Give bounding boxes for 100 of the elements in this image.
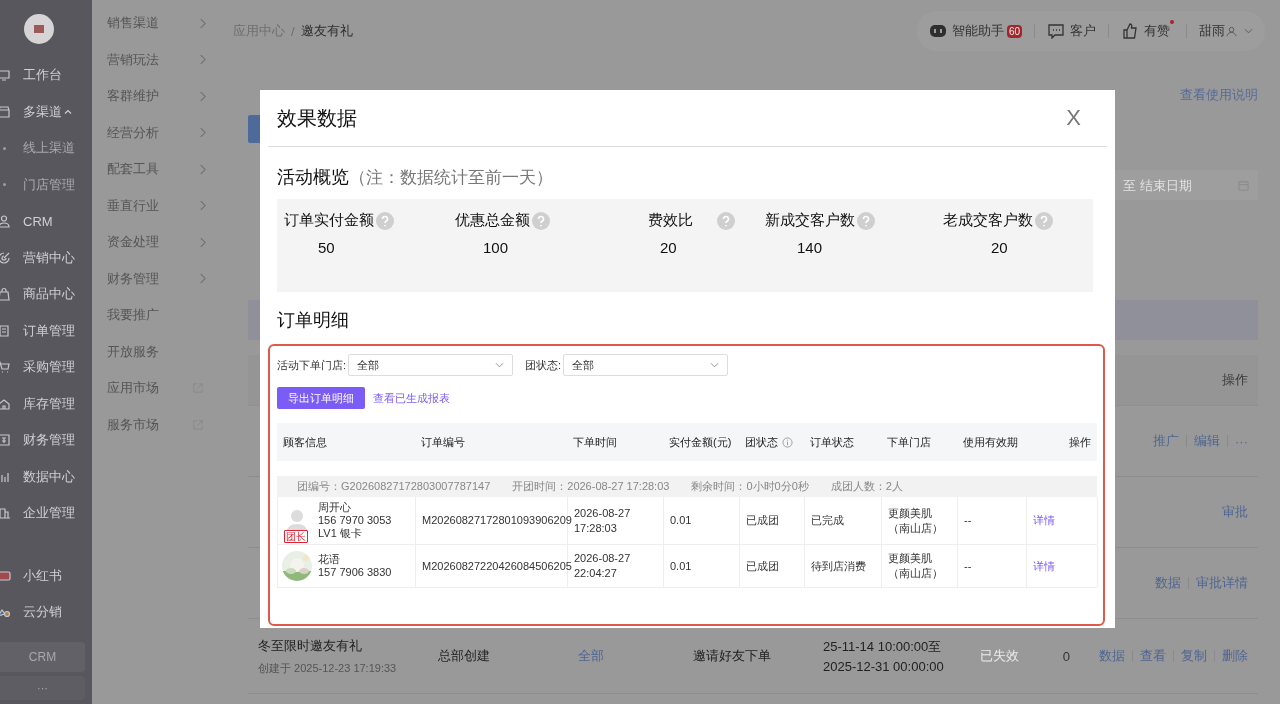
column-header: 团状态 [745,434,778,450]
report-link[interactable]: 查看已生成报表 [373,390,450,406]
table-cell: 0.01 [664,545,740,587]
caret-icon [1244,28,1253,34]
scope-link[interactable]: 全部 [578,647,693,665]
action-link[interactable]: 数据 [1099,647,1125,665]
submenu-item[interactable]: 垂直行业 [92,187,230,224]
close-button[interactable]: X [1060,104,1087,132]
sidebar-item[interactable]: 库存管理 [0,385,92,422]
bullet-icon [2,146,6,150]
section-title: 订单明细 [277,309,349,332]
action-link[interactable]: 复制 [1181,647,1207,665]
customer-link[interactable]: 客户 [1070,22,1096,40]
submenu-item[interactable]: 客群维护 [92,78,230,115]
column-header: 操作 [1222,371,1248,389]
robot-icon [928,23,947,39]
sidebar-item[interactable]: 营销中心 [0,239,92,276]
stat-label: 新成交客户数 [765,211,855,230]
period-end: 2025-12-31 00:00:00 [823,659,945,674]
sidebar-item[interactable]: 小红书 [0,557,92,594]
filter-select[interactable]: 全部 [563,354,729,376]
submenu-item[interactable]: 财务管理 [92,260,230,297]
stat-value: 140 [796,239,823,256]
chat-icon [1047,23,1065,39]
table-cell-text: 邀请好友下单 [693,647,772,665]
detail-link[interactable]: 详情 [1033,513,1055,528]
status-text: 已失效 [980,647,1020,665]
thumbs-up-icon [1121,23,1139,39]
section-title: 活动概览 [277,166,349,189]
sidebar-item[interactable]: 商品中心 [0,276,92,313]
activity-name: 冬至限时邀友有礼 [258,636,363,655]
sidebar-item[interactable]: 云分销 [0,594,92,631]
detail-link[interactable]: 详情 [1033,558,1055,574]
sidebar-item[interactable]: 多渠道 [0,93,92,130]
chevron-icon [199,54,206,66]
customer-info: 156 7970 3053 [318,514,392,527]
table-cell: 更颜美肌（南山店） [882,497,958,544]
table-cell-text: 0 [1061,648,1070,664]
chevron-icon [199,90,206,102]
count-badge: 60 [1006,24,1022,38]
target-icon [0,250,11,265]
stat-value: 50 [317,239,335,256]
column-header: 下单门店 [887,434,931,450]
created-time: 创建于 2025-12-23 17:19:33 [258,660,398,676]
action-link[interactable]: 推广 [1153,432,1179,450]
sidebar-item[interactable]: 企业管理 [0,495,92,532]
stat-value: 20 [990,239,1008,256]
action-link[interactable]: 编辑 [1194,432,1220,450]
filter-select[interactable]: 全部 [348,354,514,376]
help-link[interactable]: 查看使用说明 [1180,86,1258,104]
customer-info: 花语 [318,553,341,566]
help-icon[interactable] [857,211,875,230]
action-link[interactable]: 审批详情 [1196,574,1248,592]
sidebar-item[interactable]: 订单管理 [0,312,92,349]
section-note: （注：数据统计至前一天） [349,167,553,189]
column-header: 订单状态 [810,434,854,450]
submenu-item[interactable]: 销售渠道 [92,5,230,42]
submenu-item[interactable]: 服务市场 [92,406,230,443]
help-icon[interactable] [1035,211,1053,230]
end-date-field[interactable]: 至 结束日期 [1113,170,1258,200]
chevron-icon [199,17,206,29]
submenu-item[interactable]: 开放服务 [92,333,230,370]
sidebar-item[interactable]: 财务管理 [0,422,92,459]
more-button[interactable]: ··· [0,676,85,700]
group-info: 成团人数：2人 [830,479,903,494]
action-link[interactable]: 查看 [1140,647,1166,665]
help-icon[interactable] [376,211,394,230]
submenu-item[interactable]: 资金处理 [92,224,230,261]
stat-value: 100 [482,239,509,256]
brand-link[interactable]: 有赞 [1144,22,1174,40]
submenu-item[interactable]: 应用市场 [92,370,230,407]
filter-label: 团状态: [525,357,562,373]
breadcrumb-current: 邀友有礼 [300,22,353,40]
user-name[interactable]: 甜雨 [1199,22,1225,40]
sidebar-item[interactable]: 线上渠道 [0,130,92,167]
assistant-link[interactable]: 智能助手 [951,22,1004,40]
chevron-icon [199,273,206,285]
submenu-item[interactable]: 经营分析 [92,114,230,151]
submenu-item[interactable]: 我要推广 [92,297,230,334]
store-logo [23,13,54,44]
crm-button[interactable]: CRM [0,642,85,672]
sidebar-item[interactable]: 采购管理 [0,349,92,386]
export-button[interactable]: 导出订单明细 [277,387,365,409]
action-link[interactable]: 数据 [1155,574,1181,592]
sidebar-item[interactable]: 数据中心 [0,458,92,495]
cart-icon [0,360,11,375]
sidebar-item[interactable]: 工作台 [0,57,92,94]
group-info: 剩余时间：0小时0分0秒 [691,479,809,494]
action-link[interactable]: 删除 [1222,647,1248,665]
user-icon [1226,25,1237,37]
action-link[interactable]: 审批 [1222,503,1248,521]
submenu-item[interactable]: 营销玩法 [92,41,230,78]
monitor-icon [0,68,11,83]
help-icon[interactable] [532,211,550,230]
submenu-item[interactable]: 配套工具 [92,151,230,188]
sidebar-item[interactable]: 门店管理 [0,166,92,203]
sidebar-item[interactable]: CRM [0,203,92,240]
help-icon[interactable] [717,211,735,230]
action-link[interactable]: ··· [1235,433,1248,449]
chevron-icon [199,236,206,248]
